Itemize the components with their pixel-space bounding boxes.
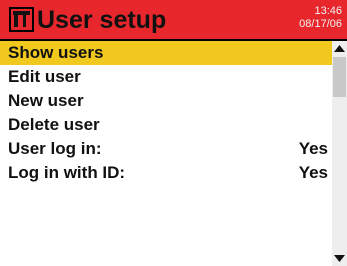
menu-item-value: Yes bbox=[298, 163, 328, 182]
user-setup-menu: Show users Edit user New user Delete use… bbox=[0, 41, 332, 266]
menu-item-label: Edit user bbox=[8, 67, 81, 86]
menu-item-label: Show users bbox=[8, 43, 104, 62]
menu-item-value: Yes bbox=[298, 139, 328, 158]
page-title: User setup bbox=[37, 6, 167, 34]
menu-item-delete-user[interactable]: Delete user bbox=[0, 113, 332, 137]
wrench-screwdriver-icon bbox=[9, 7, 34, 32]
menu-item-new-user[interactable]: New user bbox=[0, 89, 332, 113]
menu-item-label: New user bbox=[8, 91, 84, 110]
time-text: 13:46 bbox=[314, 5, 342, 17]
clock: 13:46 08/17/06 bbox=[299, 5, 342, 31]
menu-item-show-users[interactable]: Show users bbox=[0, 41, 332, 65]
menu-item-label: Log in with ID: bbox=[8, 163, 126, 182]
scrollbar-thumb[interactable] bbox=[333, 57, 346, 97]
menu-item-user-log-in[interactable]: User log in: Yes bbox=[0, 137, 332, 161]
menu-item-log-in-with-id[interactable]: Log in with ID: Yes bbox=[0, 161, 332, 185]
title-bar: User setup 13:46 08/17/06 bbox=[0, 0, 347, 41]
arrow-down-icon[interactable] bbox=[332, 251, 347, 266]
scrollbar[interactable] bbox=[332, 41, 347, 266]
user-setup-screen: User setup 13:46 08/17/06 Show users Edi… bbox=[0, 0, 347, 266]
date-text: 08/17/06 bbox=[299, 18, 342, 30]
menu-item-label: User log in: bbox=[8, 139, 102, 158]
menu-item-edit-user[interactable]: Edit user bbox=[0, 65, 332, 89]
menu-item-label: Delete user bbox=[8, 115, 100, 134]
arrow-up-icon[interactable] bbox=[332, 41, 347, 56]
